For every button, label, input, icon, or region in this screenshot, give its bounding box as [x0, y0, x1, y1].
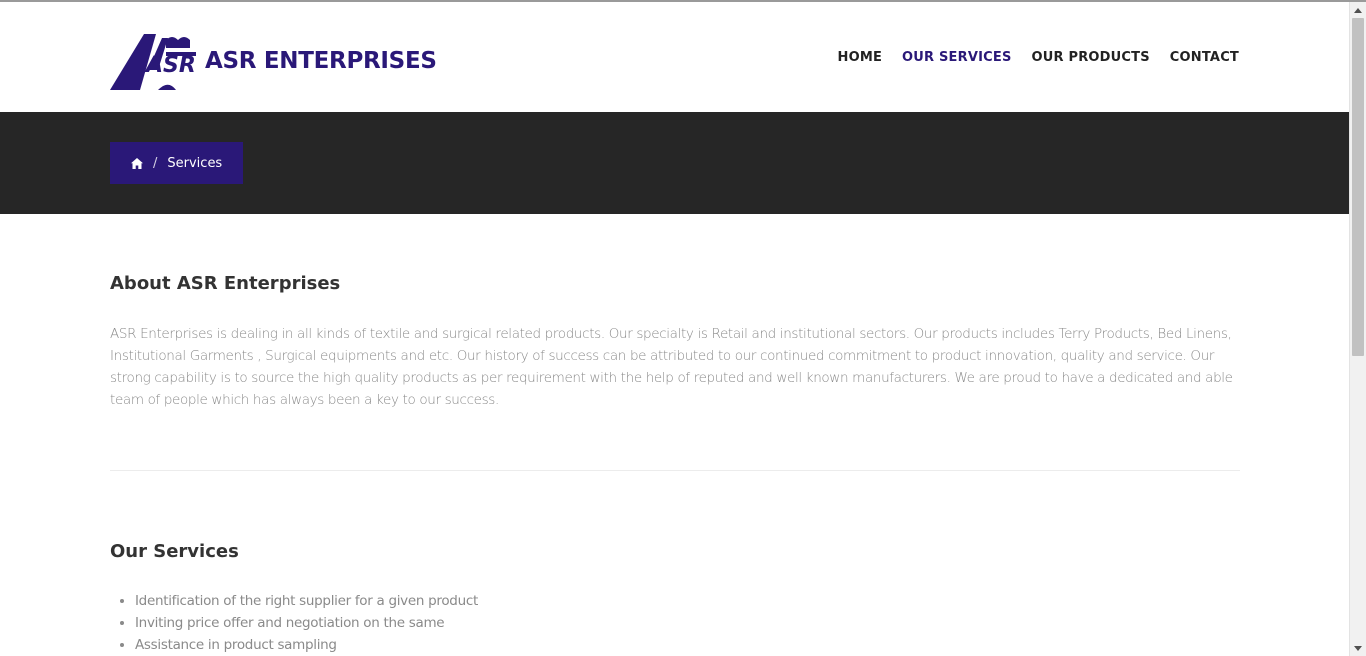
nav-home[interactable]: HOME — [837, 50, 882, 65]
svg-text:ASR: ASR — [144, 53, 196, 78]
breadcrumb: / Services — [110, 142, 244, 184]
list-item: Inviting price offer and negotiation on … — [135, 612, 478, 634]
about-heading: About ASR Enterprises — [110, 273, 341, 294]
scroll-thumb[interactable] — [1352, 18, 1364, 356]
page-title-band: / Services — [0, 112, 1349, 214]
site-logo-link[interactable]: ASR ASR ENTERPRISES — [110, 30, 437, 94]
home-icon[interactable] — [131, 157, 143, 169]
list-item: Identification of the right supplier for… — [135, 590, 478, 612]
nav-contact[interactable]: CONTACT — [1170, 50, 1239, 65]
asr-logo-icon: ASR — [110, 34, 196, 90]
nav-our-services[interactable]: OUR SERVICES — [902, 50, 1011, 65]
main-nav: HOME OUR SERVICES OUR PRODUCTS CONTACT — [837, 50, 1239, 65]
scroll-down-button[interactable] — [1350, 640, 1366, 656]
about-paragraph: ASR Enterprises is dealing in all kinds … — [110, 326, 1233, 408]
site-header: ASR ASR ENTERPRISES HOME OUR SERVICES OU… — [0, 2, 1349, 112]
scroll-up-button[interactable] — [1350, 2, 1366, 18]
arrow-up-icon — [1354, 7, 1362, 13]
brand-name: ASR ENTERPRISES — [205, 48, 437, 74]
breadcrumb-separator: / — [153, 155, 158, 171]
section-divider — [110, 470, 1240, 471]
services-list: Identification of the right supplier for… — [110, 590, 478, 656]
list-item: Assistance in product sampling — [135, 634, 478, 656]
services-heading: Our Services — [110, 541, 239, 562]
nav-our-products[interactable]: OUR PRODUCTS — [1032, 50, 1150, 65]
arrow-down-icon — [1354, 645, 1362, 651]
breadcrumb-current: Services — [167, 155, 223, 171]
vertical-scrollbar[interactable] — [1349, 2, 1366, 656]
